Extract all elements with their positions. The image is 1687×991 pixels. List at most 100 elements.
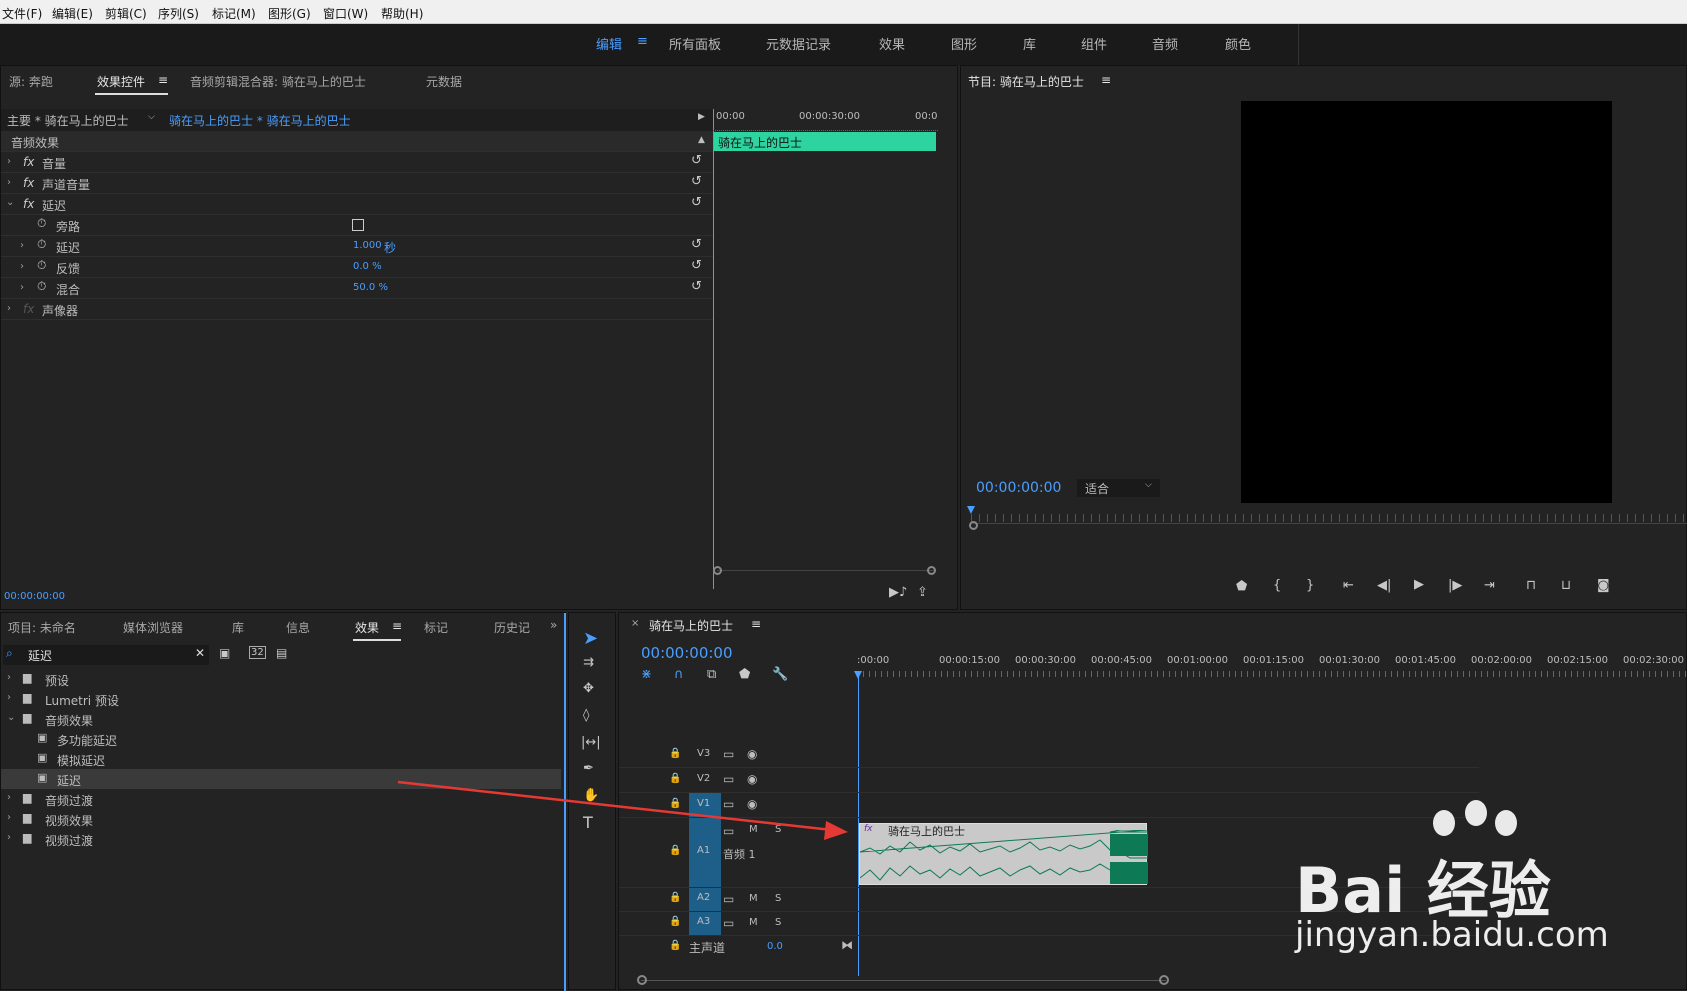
panel-menu-icon[interactable]: ≡ xyxy=(1101,73,1111,87)
fx-icon[interactable]: fx xyxy=(23,155,34,169)
step-back-icon[interactable]: ◀| xyxy=(1377,578,1391,593)
solo-button[interactable]: S xyxy=(775,893,781,904)
lock-icon[interactable]: 🔒 xyxy=(669,940,681,951)
export-icon[interactable]: ⇪ xyxy=(917,585,928,600)
chevron-right-icon[interactable]: › xyxy=(7,792,11,803)
workspace-color[interactable]: 颜色 xyxy=(1225,34,1251,53)
chevron-right-icon[interactable]: › xyxy=(20,240,24,251)
fit-dropdown[interactable]: 适合 ⌵ xyxy=(1077,479,1160,497)
scroll-handle[interactable] xyxy=(969,521,978,530)
lock-icon[interactable]: 🔒 xyxy=(669,845,681,856)
wrench-icon[interactable]: 🔧 xyxy=(772,667,788,682)
tree-item[interactable]: ▣ 延迟 xyxy=(1,769,561,789)
tree-item[interactable]: › ▆ 视频过渡 xyxy=(1,829,561,849)
eye-icon[interactable]: ◉ xyxy=(747,747,757,761)
linked-select-icon[interactable]: ⧉ xyxy=(707,667,716,682)
mark-out-icon[interactable]: } xyxy=(1306,578,1314,593)
play-clip-icon[interactable]: ▶ xyxy=(698,112,705,122)
workspace-library[interactable]: 库 xyxy=(1023,34,1036,53)
reset-icon[interactable]: ↺ xyxy=(691,153,702,168)
track-target[interactable]: A3 xyxy=(689,912,721,935)
tab-audio-mixer[interactable]: 音频剪辑混合器: 骑在马上的巴士 xyxy=(190,73,366,90)
sequence-tab[interactable]: 骑在马上的巴士 xyxy=(649,617,733,634)
toggle-output-icon[interactable]: ▭ xyxy=(723,797,734,811)
chevron-right-icon[interactable]: › xyxy=(7,156,11,167)
track-label[interactable]: V2 xyxy=(697,773,710,784)
collapse-icon[interactable]: ▲ xyxy=(698,135,705,145)
go-to-out-icon[interactable]: ⇥ xyxy=(1484,578,1495,593)
hand-icon[interactable]: ✋ xyxy=(583,788,599,803)
tab-info[interactable]: 信息 xyxy=(286,619,310,636)
track-target[interactable]: A1 xyxy=(689,818,721,887)
scroll-handle[interactable] xyxy=(927,566,936,575)
lock-icon[interactable]: 🔒 xyxy=(669,773,681,784)
chevron-right-icon[interactable]: › xyxy=(7,692,11,703)
ripple-edit-icon[interactable]: ✥ xyxy=(583,681,594,696)
program-title[interactable]: 节目: 骑在马上的巴士 xyxy=(968,73,1084,90)
ec-timecode[interactable]: 00:00:00:00 xyxy=(4,591,65,602)
chevron-right-icon[interactable]: › xyxy=(20,261,24,272)
effect-row-channel-volume[interactable]: › fx 声道音量 ↺ xyxy=(1,173,713,194)
ec-scrollbar[interactable] xyxy=(713,566,936,578)
extract-icon[interactable]: ⊔ xyxy=(1561,578,1571,593)
effect-row-volume[interactable]: › fx 音量 ↺ xyxy=(1,152,713,173)
close-icon[interactable]: × xyxy=(631,618,639,629)
master-value[interactable]: 0.0 xyxy=(767,941,783,952)
stopwatch-icon[interactable]: ⏱ xyxy=(37,237,46,252)
mute-button[interactable]: M xyxy=(749,824,758,835)
reset-icon[interactable]: ↺ xyxy=(691,174,702,189)
reset-icon[interactable]: ↺ xyxy=(691,258,702,273)
menu-edit[interactable]: 编辑(E) xyxy=(52,5,93,22)
tab-project[interactable]: 项目: 未命名 xyxy=(8,619,76,636)
lift-icon[interactable]: ⊓ xyxy=(1526,578,1536,593)
tab-metadata[interactable]: 元数据 xyxy=(426,73,462,90)
workspace-audio[interactable]: 音频 xyxy=(1152,34,1178,53)
solo-button[interactable]: S xyxy=(775,824,781,835)
workspace-effects[interactable]: 效果 xyxy=(879,34,905,53)
toggle-output-icon[interactable]: ▭ xyxy=(723,747,734,761)
mute-button[interactable]: M xyxy=(749,917,758,928)
chevron-down-icon[interactable]: ⌄ xyxy=(6,197,14,208)
toggle-output-icon[interactable]: ▭ xyxy=(723,772,734,786)
video-preview[interactable] xyxy=(1241,101,1612,503)
chevron-right-icon[interactable]: › xyxy=(7,303,11,314)
menu-clip[interactable]: 剪辑(C) xyxy=(105,5,147,22)
track-target[interactable]: A2 xyxy=(689,888,721,911)
master-clip-label[interactable]: 主要 * 骑在马上的巴士 xyxy=(7,112,129,129)
workspace-edit[interactable]: 编辑 xyxy=(596,34,622,53)
bypass-checkbox[interactable] xyxy=(352,219,364,231)
accelerated-effects-icon[interactable]: ▣ xyxy=(219,646,230,660)
eye-icon[interactable]: ◉ xyxy=(747,797,757,811)
stopwatch-icon[interactable]: ⏱ xyxy=(37,258,46,273)
ec-ruler[interactable]: 00:00 00:00:30:00 00:0 xyxy=(713,109,938,131)
tree-item[interactable]: ▣ 多功能延迟 xyxy=(1,729,561,749)
nest-icon[interactable]: ⋇ xyxy=(641,667,652,682)
mix-value[interactable]: 50.0 % xyxy=(353,282,388,293)
scroll-handle[interactable] xyxy=(1159,975,1169,985)
chevron-right-icon[interactable]: › xyxy=(7,672,11,683)
track-label[interactable]: V3 xyxy=(697,748,710,759)
tab-effect-controls[interactable]: 效果控件 xyxy=(97,73,145,90)
overflow-icon[interactable]: » xyxy=(550,618,557,632)
selection-tool-icon[interactable]: ➤ xyxy=(583,628,598,649)
panel-menu-icon[interactable]: ≡ xyxy=(392,619,402,633)
delay-value[interactable]: 1.000 xyxy=(353,240,382,251)
menu-graphics[interactable]: 图形(G) xyxy=(268,5,311,22)
fx-icon[interactable]: fx xyxy=(23,302,34,316)
menu-marker[interactable]: 标记(M) xyxy=(212,5,256,22)
scroll-handle[interactable] xyxy=(637,975,647,985)
chevron-right-icon[interactable]: › xyxy=(7,812,11,823)
toggle-output-icon[interactable]: ▭ xyxy=(723,824,734,838)
stopwatch-icon[interactable]: ⏱ xyxy=(37,279,46,294)
program-scrollbar[interactable] xyxy=(973,523,1687,524)
audio-clip[interactable]: fx 骑在马上的巴士 xyxy=(859,823,1148,885)
ec-clip[interactable]: 骑在马上的巴士 xyxy=(714,132,936,151)
fx-icon[interactable]: fx xyxy=(23,197,34,211)
sequence-clip-label[interactable]: 骑在马上的巴士 * 骑在马上的巴士 xyxy=(169,112,351,129)
lock-icon[interactable]: 🔒 xyxy=(669,748,681,759)
menu-window[interactable]: 窗口(W) xyxy=(323,5,368,22)
chevron-down-icon[interactable]: ⌄ xyxy=(7,712,15,723)
menu-help[interactable]: 帮助(H) xyxy=(381,5,423,22)
step-forward-icon[interactable]: |▶ xyxy=(1448,578,1462,593)
tab-library[interactable]: 库 xyxy=(232,619,244,636)
